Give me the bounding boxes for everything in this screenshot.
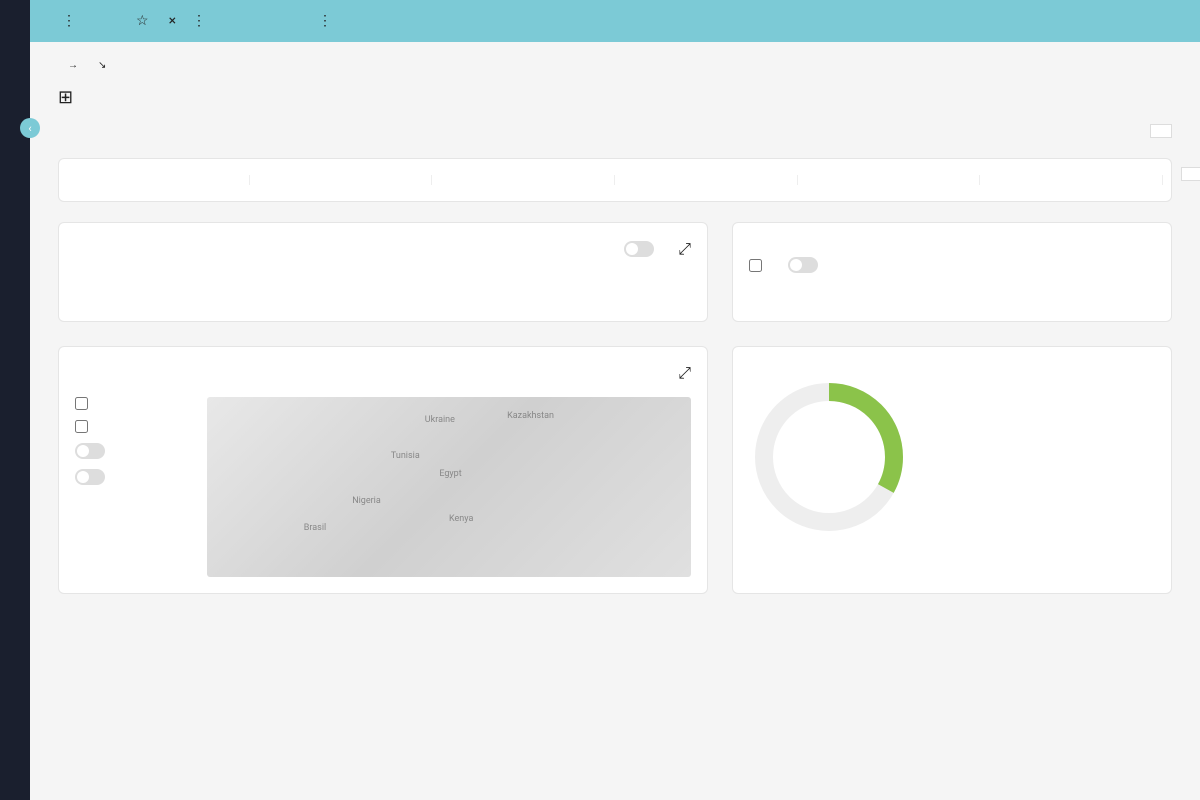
sidebar: ‹: [0, 0, 30, 800]
topbar: ⋮ ☆ × ⋮ ⋮: [30, 0, 1200, 42]
sidebar-collapse-button[interactable]: ‹: [20, 118, 40, 138]
contact-donut: [749, 377, 909, 537]
expand-icon[interactable]: ⤢: [678, 239, 691, 259]
include-normal-checkbox[interactable]: [749, 259, 768, 272]
contact-table: [929, 452, 1155, 462]
stats-card: [58, 158, 1172, 202]
time-filter-select[interactable]: [1181, 167, 1200, 181]
host-menu-icon[interactable]: ⋮: [58, 13, 80, 29]
sp-clear-icon[interactable]: ×: [165, 13, 180, 29]
fatigue-risk-panel: ⤢: [58, 222, 708, 322]
stat-tracking: [615, 175, 798, 185]
map-pause-toggle[interactable]: [75, 443, 195, 459]
time-filter: [1181, 159, 1200, 181]
chevron-down-icon[interactable]: ↘: [98, 60, 106, 71]
events-panel: [732, 222, 1172, 322]
map-canvas[interactable]: Ukraine Kazakhstan Tunisia Egypt Nigeria…: [207, 397, 691, 577]
stat-fatigue-risk: [432, 175, 615, 185]
timezone-select[interactable]: [1150, 124, 1172, 138]
chevron-right-icon: →: [68, 60, 78, 71]
chart-toggle[interactable]: [624, 241, 654, 257]
pause-events-toggle[interactable]: [788, 257, 824, 273]
stat-distance: [980, 175, 1163, 185]
map-expand-icon[interactable]: ⤢: [678, 363, 691, 383]
stat-vehicles-reporting: [67, 175, 250, 185]
stat-fatigue-events: [250, 175, 433, 185]
breadcrumb: → ↘: [58, 60, 1172, 71]
map-panel: ⤢ Ukraine Kazakhstan Tunisia: [58, 346, 708, 594]
sp-menu-icon[interactable]: ⋮: [188, 13, 210, 29]
star-icon[interactable]: ☆: [136, 13, 149, 29]
map-fleets-checkbox[interactable]: [75, 397, 195, 410]
elevated-label: [75, 273, 141, 281]
account-menu-icon[interactable]: ⋮: [314, 13, 336, 29]
vehicle-contact-panel: [732, 346, 1172, 594]
map-vehicles-checkbox[interactable]: [75, 420, 195, 433]
normal-label: [75, 289, 141, 297]
map-events-toggle[interactable]: [75, 469, 195, 485]
stat-operating-time: [798, 175, 981, 185]
dashboard-icon: ⊞: [58, 87, 73, 108]
